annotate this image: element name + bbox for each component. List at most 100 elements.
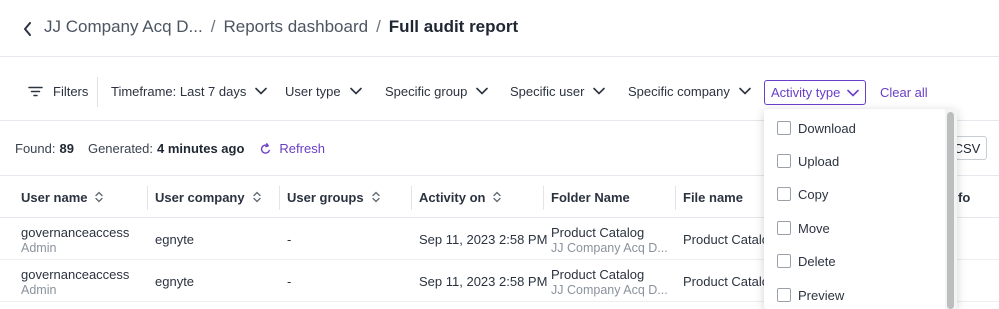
chevron-down-icon <box>476 87 489 95</box>
column-header-folder-name[interactable]: Folder Name <box>551 176 630 218</box>
option-copy[interactable]: Copy <box>777 184 828 204</box>
chevron-down-icon <box>847 89 860 97</box>
column-label: User groups <box>287 189 364 205</box>
checkbox[interactable] <box>777 154 791 168</box>
cell-activity-on: Sep 11, 2023 2:58 PM <box>419 274 548 289</box>
folder-path: JJ Company Acq D... <box>551 241 668 255</box>
back-chevron-icon[interactable] <box>20 20 34 38</box>
folder-name: Product Catalog <box>551 267 645 282</box>
filters-label: Filters <box>53 83 89 99</box>
cell-activity-on: Sep 11, 2023 2:58 PM <box>419 232 548 247</box>
column-header-file-name[interactable]: File name <box>683 176 743 218</box>
page-title: Full audit report <box>388 17 519 36</box>
option-label: Upload <box>798 153 840 169</box>
clear-all-link[interactable]: Clear all <box>880 85 928 100</box>
user-role: Admin <box>21 241 57 255</box>
cell-user-groups: - <box>287 232 292 247</box>
chevron-down-icon <box>593 87 606 95</box>
breadcrumb-reports-dashboard-link[interactable]: Reports dashboard <box>223 17 368 37</box>
folder-name: Product Catalog <box>551 225 645 240</box>
refresh-button[interactable]: Refresh <box>260 141 325 156</box>
specific-user-label: Specific user <box>510 83 585 99</box>
cell-user-company: egnyte <box>155 274 195 289</box>
specific-company-label: Specific company <box>628 83 730 99</box>
checkbox[interactable] <box>777 221 791 235</box>
column-separator <box>543 186 544 210</box>
column-label: User name <box>21 189 88 205</box>
user-type-label: User type <box>285 83 341 99</box>
cell-folder-name: Product Catalog JJ Company Acq D... <box>551 267 671 297</box>
checkbox[interactable] <box>777 254 791 268</box>
cell-user-company: egnyte <box>155 232 195 247</box>
column-label: fo <box>958 189 971 205</box>
option-download[interactable]: Download <box>777 118 856 138</box>
column-header-user-company[interactable]: User company <box>155 176 261 218</box>
column-separator <box>675 186 676 210</box>
generated-label: Generated: <box>87 141 153 156</box>
generated-time: 4 minutes ago <box>157 141 245 156</box>
column-label: Folder Name <box>551 189 630 205</box>
activity-type-label: Activity type <box>771 85 841 100</box>
column-separator <box>147 186 148 210</box>
option-label: Download <box>798 120 856 136</box>
column-header-user-name[interactable]: User name <box>21 176 104 218</box>
column-header-user-groups[interactable]: User groups <box>287 176 380 218</box>
option-label: Preview <box>798 287 845 303</box>
option-label: Move <box>798 220 830 236</box>
refresh-label: Refresh <box>279 141 325 156</box>
checkbox[interactable] <box>777 121 791 135</box>
sort-icon <box>493 191 502 203</box>
activity-type-dropdown: Download Upload Copy Move Delete Preview <box>764 109 957 309</box>
checkbox[interactable] <box>777 288 791 302</box>
option-delete[interactable]: Delete <box>777 251 836 271</box>
found-label: Found: <box>15 141 56 156</box>
results-summary: Found: 89 Generated: 4 minutes ago Refre… <box>15 141 325 156</box>
user-name: governanceaccess <box>21 267 130 282</box>
cell-file-name: Product Catalo <box>683 274 765 289</box>
timeframe-label: Timeframe: Last 7 days <box>111 83 247 99</box>
option-label: Copy <box>798 186 829 202</box>
chevron-down-icon <box>349 87 362 95</box>
option-label: Delete <box>798 253 836 269</box>
filter-lines-icon <box>28 86 43 97</box>
scrollbar-thumb[interactable] <box>947 112 954 309</box>
sort-icon <box>95 191 104 203</box>
column-separator <box>411 186 412 210</box>
option-preview[interactable]: Preview <box>777 285 844 305</box>
breadcrumb: JJ Company Acq D... / Reports dashboard … <box>44 17 518 37</box>
specific-group-filter[interactable]: Specific group <box>385 80 489 102</box>
chevron-down-icon <box>255 87 268 95</box>
page-header: JJ Company Acq D... / Reports dashboard … <box>0 0 999 57</box>
activity-type-filter[interactable]: Activity type <box>764 80 866 105</box>
timeframe-filter[interactable]: Timeframe: Last 7 days <box>111 80 268 102</box>
user-name: governanceaccess <box>21 225 130 240</box>
sort-icon <box>371 191 380 203</box>
cell-user-name: governanceaccess Admin <box>21 225 145 255</box>
specific-group-label: Specific group <box>385 83 468 99</box>
cell-user-name: governanceaccess Admin <box>21 267 145 297</box>
column-header-info[interactable]: fo <box>958 176 970 218</box>
column-label: File name <box>683 189 743 205</box>
user-role: Admin <box>21 283 57 297</box>
column-header-activity-on[interactable]: Activity on <box>419 176 502 218</box>
cell-file-name: Product Catalo <box>683 232 765 247</box>
divider <box>97 77 98 107</box>
sort-icon <box>252 191 261 203</box>
checkbox[interactable] <box>777 187 791 201</box>
specific-user-filter[interactable]: Specific user <box>510 80 606 102</box>
found-count: 89 <box>59 141 74 156</box>
chevron-down-icon <box>739 87 751 95</box>
cell-folder-name: Product Catalog JJ Company Acq D... <box>551 225 671 255</box>
column-label: User company <box>155 189 245 205</box>
breadcrumb-separator: / <box>376 17 381 36</box>
option-move[interactable]: Move <box>777 218 830 238</box>
filters-button[interactable]: Filters <box>28 80 88 102</box>
column-label: Activity on <box>419 189 486 205</box>
folder-path: JJ Company Acq D... <box>551 283 668 297</box>
cell-user-groups: - <box>287 274 292 289</box>
option-upload[interactable]: Upload <box>777 151 839 171</box>
specific-company-filter[interactable]: Specific company <box>628 80 751 102</box>
breadcrumb-separator: / <box>210 17 216 36</box>
breadcrumb-folder-link[interactable]: JJ Company Acq D... <box>44 17 203 37</box>
user-type-filter[interactable]: User type <box>285 80 362 102</box>
